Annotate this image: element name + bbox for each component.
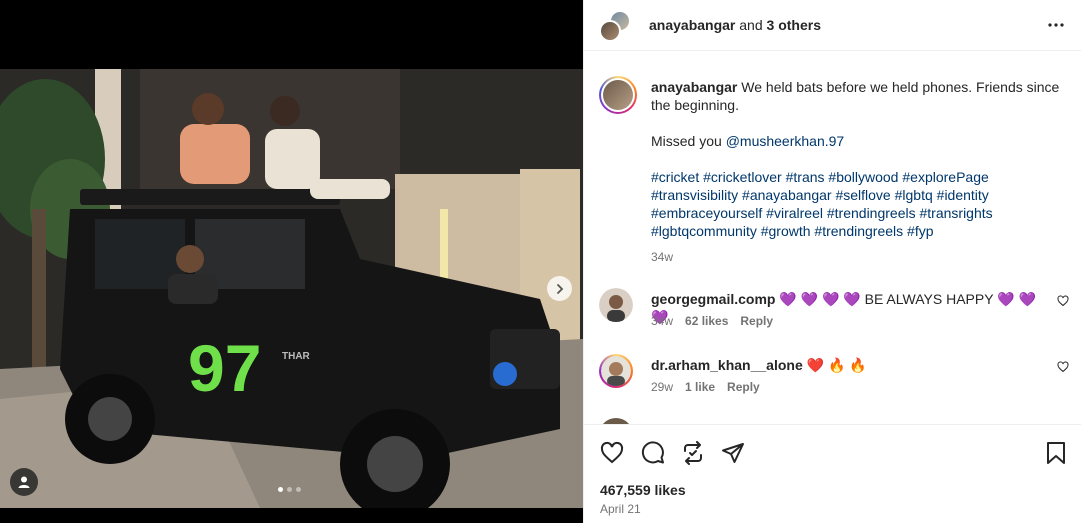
comment-username[interactable]: georgegmail.comp [651, 291, 775, 307]
reply-button[interactable]: Reply [727, 380, 760, 394]
post-date: April 21 [600, 502, 641, 516]
comment-item: dr.arham_khan__alone ❤️ 🔥 🔥 29w 1 like R… [599, 354, 1069, 404]
hashtag-link[interactable]: #trendingreels [827, 205, 916, 221]
like-button[interactable] [600, 441, 624, 470]
hashtag-link[interactable]: #transvisibility [651, 187, 738, 203]
hashtag-link[interactable]: #cricketlover [703, 169, 782, 185]
header-connector: and [735, 17, 767, 33]
hashtag-link[interactable]: #identity [937, 187, 989, 203]
hashtag-link[interactable]: #transrights [920, 205, 993, 221]
caption-missed: Missed you [651, 133, 726, 149]
comment-button[interactable] [641, 441, 665, 470]
post-photo[interactable]: 97 THAR [0, 69, 583, 508]
others-link[interactable]: 3 others [767, 17, 821, 33]
post-media: 97 THAR [0, 0, 583, 523]
hashtag-link[interactable]: #lgbtq [895, 187, 933, 203]
more-options-button[interactable] [1047, 16, 1065, 39]
caption-text: anayabangar We held bats before we held … [651, 78, 1061, 266]
hashtag-link[interactable]: #bollywood [828, 169, 898, 185]
comment-text: dr.arham_khan__alone ❤️ 🔥 🔥 [651, 356, 1041, 374]
heart-icon [1057, 295, 1069, 307]
jeep-number: 97 [188, 331, 261, 405]
comment-icon [641, 441, 664, 464]
hashtag-link[interactable]: #trans [786, 169, 825, 185]
comment-likes[interactable]: 1 like [685, 380, 715, 394]
comment-likes[interactable]: 62 likes [685, 314, 728, 328]
carousel-indicator [278, 487, 301, 492]
post-author: anayabangar and 3 others [649, 17, 821, 33]
avatar[interactable] [599, 354, 633, 388]
heart-icon [1057, 361, 1069, 373]
avatar [599, 20, 621, 42]
comment-time: 29w [651, 380, 674, 394]
chevron-right-icon [556, 283, 563, 294]
hashtag-link[interactable]: #lgbtqcommunity [651, 223, 757, 239]
comment-meta: 34w 62 likes Reply [651, 314, 773, 328]
avatar [603, 80, 633, 110]
send-icon [722, 443, 744, 463]
user-icon [18, 476, 30, 488]
author-username[interactable]: anayabangar [649, 17, 735, 33]
save-button[interactable] [1045, 441, 1067, 470]
collab-avatars[interactable] [599, 10, 633, 44]
hashtag-link[interactable]: #cricket [651, 169, 699, 185]
comment-body: ❤️ 🔥 🔥 [802, 357, 867, 373]
hashtag-link[interactable]: #anayabangar [742, 187, 832, 203]
carousel-dot [296, 487, 301, 492]
hashtag-link[interactable]: #fyp [907, 223, 933, 239]
likes-count[interactable]: 467,559 likes [600, 482, 686, 498]
comment-meta: 29w 1 like Reply [651, 380, 760, 394]
comment-time: 34w [651, 314, 674, 328]
hashtag-link[interactable]: #growth [761, 223, 811, 239]
heart-icon [600, 441, 624, 464]
carousel-dot [278, 487, 283, 492]
tagged-users-button[interactable] [10, 468, 38, 496]
carousel-next-button[interactable] [547, 276, 572, 301]
repost-icon [684, 441, 702, 465]
hashtag-link[interactable]: #embraceyourself [651, 205, 762, 221]
hashtag-link[interactable]: #viralreel [766, 205, 823, 221]
caption-username[interactable]: anayabangar [651, 79, 737, 95]
comment-username[interactable]: dr.arham_khan__alone [651, 357, 803, 373]
share-button[interactable] [721, 441, 745, 470]
mention-link[interactable]: @musheerkhan.97 [726, 133, 845, 149]
hashtag-link[interactable]: #explorePage [902, 169, 988, 185]
comment-item: georgegmail.comp 💜 💜 💜 💜 BE ALWAYS HAPPY… [599, 288, 1069, 338]
caption-time: 34w [651, 250, 674, 264]
post-actions: 467,559 likes April 21 [584, 424, 1081, 523]
like-comment-button[interactable] [1057, 294, 1069, 312]
avatar[interactable] [599, 288, 633, 322]
repost-button[interactable] [681, 441, 705, 470]
comments-section: anayabangar We held bats before we held … [584, 52, 1081, 424]
bookmark-icon [1047, 442, 1065, 464]
jeep-badge: THAR [282, 351, 311, 362]
like-comment-button[interactable] [1057, 360, 1069, 378]
post-details-panel: anayabangar and 3 others anayabangar We … [583, 0, 1081, 523]
story-ring-avatar[interactable] [599, 76, 637, 114]
hashtag-link[interactable]: #selflove [835, 187, 890, 203]
hashtag-list: #cricket #cricketlover #trans #bollywood… [651, 168, 1031, 240]
carousel-dot [287, 487, 292, 492]
reply-button[interactable]: Reply [740, 314, 773, 328]
more-horizontal-icon [1048, 23, 1064, 27]
post-header: anayabangar and 3 others [584, 0, 1081, 51]
hashtag-link[interactable]: #trendingreels [814, 223, 903, 239]
jeep-decals: 97 THAR [188, 331, 311, 405]
